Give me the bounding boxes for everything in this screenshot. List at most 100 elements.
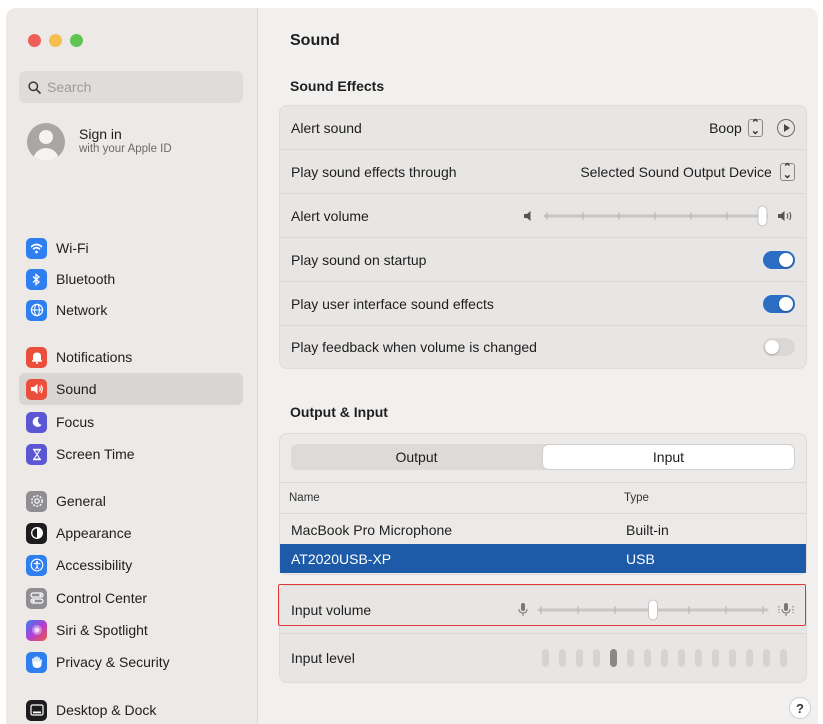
minimize-button[interactable] xyxy=(49,34,62,47)
slider-knob xyxy=(757,205,768,226)
table-row-selected[interactable]: AT2020USB-XP USB xyxy=(280,544,806,573)
sidebar-item-wifi[interactable]: Wi-Fi xyxy=(19,232,243,264)
zoom-button[interactable] xyxy=(70,34,83,47)
sidebar-item-label: Notifications xyxy=(56,349,133,365)
alert-sound-row: Alert sound Boop ⌃ ⌄ xyxy=(280,106,806,150)
level-segment xyxy=(763,649,770,667)
section-title-output-input: Output & Input xyxy=(290,404,388,420)
signin-title: Sign in xyxy=(79,126,122,142)
level-segment xyxy=(627,649,634,667)
signin-subtitle: with your Apple ID xyxy=(79,143,172,155)
volume-feedback-label: Play feedback when volume is changed xyxy=(291,339,537,355)
play-through-label: Play sound effects through xyxy=(291,163,457,180)
sidebar-item-label: Wi-Fi xyxy=(56,240,89,256)
accessibility-icon xyxy=(26,554,47,576)
sidebar-item-notifications[interactable]: Notifications xyxy=(19,341,243,373)
siri-icon xyxy=(26,619,47,641)
input-level-row: Input level xyxy=(280,634,806,682)
settings-window: Sign in with your Apple ID Wi-Fi Bluetoo… xyxy=(6,8,818,724)
device-name: AT2020USB-XP xyxy=(291,550,392,567)
sidebar-item-general[interactable]: General xyxy=(19,485,243,517)
level-segment xyxy=(746,649,753,667)
play-through-row: Play sound effects through Selected Soun… xyxy=(280,150,806,194)
speaker-high-icon xyxy=(778,210,792,221)
alert-volume-label: Alert volume xyxy=(291,207,369,224)
sidebar-item-sound[interactable]: Sound xyxy=(19,373,243,405)
sidebar-item-screen-time[interactable]: Screen Time xyxy=(19,438,243,470)
sidebar-item-accessibility[interactable]: Accessibility xyxy=(19,549,243,581)
sidebar-item-desktop-dock[interactable]: Desktop & Dock xyxy=(19,694,243,724)
bluetooth-icon xyxy=(26,268,47,290)
globe-icon xyxy=(26,299,47,321)
sidebar-item-network[interactable]: Network xyxy=(19,294,243,326)
level-segment xyxy=(559,649,566,667)
volume-feedback-toggle[interactable] xyxy=(763,338,795,356)
level-segment xyxy=(729,649,736,667)
sidebar-item-label: General xyxy=(56,493,106,509)
speaker-icon xyxy=(26,378,47,400)
window-controls xyxy=(28,34,83,47)
input-level-label: Input level xyxy=(291,650,355,666)
play-alert-button[interactable] xyxy=(777,118,795,137)
sidebar-item-label: Network xyxy=(56,302,108,318)
section-title-sound-effects: Sound Effects xyxy=(290,78,385,94)
dock-icon xyxy=(26,699,47,721)
level-segment xyxy=(593,649,600,667)
sidebar-item-label: Bluetooth xyxy=(56,271,116,287)
sidebar-item-focus[interactable]: Focus xyxy=(19,406,243,438)
device-table-header: Name Type xyxy=(280,482,806,514)
help-button[interactable]: ? xyxy=(789,697,811,719)
sidebar-item-label: Accessibility xyxy=(56,557,133,573)
ui-sounds-row: Play user interface sound effects xyxy=(280,282,806,326)
ui-sounds-toggle[interactable] xyxy=(763,294,795,313)
play-through-value: Selected Sound Output Device xyxy=(580,163,772,180)
sidebar-item-label: Focus xyxy=(56,414,95,430)
close-button[interactable] xyxy=(28,34,41,47)
level-segment xyxy=(610,649,617,667)
search-input[interactable] xyxy=(47,79,227,95)
sound-effects-card: Alert sound Boop ⌃ ⌄ Play sound effects t… xyxy=(279,105,807,369)
appearance-icon xyxy=(26,522,47,544)
alert-sound-select[interactable]: Boop ⌃ ⌄ xyxy=(709,118,763,137)
sidebar-item-privacy-security[interactable]: Privacy & Security xyxy=(19,646,243,678)
column-type[interactable]: Type xyxy=(624,492,649,504)
tab-output[interactable]: Output xyxy=(291,444,542,470)
level-segment xyxy=(712,649,719,667)
device-type: USB xyxy=(626,550,655,567)
level-segment xyxy=(661,649,668,667)
play-through-select[interactable]: Selected Sound Output Device ⌃ ⌄ xyxy=(580,162,795,181)
ui-sounds-label: Play user interface sound effects xyxy=(291,295,494,312)
search-field[interactable] xyxy=(19,71,243,103)
sidebar-item-appearance[interactable]: Appearance xyxy=(19,517,243,549)
startup-sound-toggle[interactable] xyxy=(763,250,795,269)
alert-volume-row: Alert volume xyxy=(280,194,806,238)
avatar xyxy=(27,123,65,161)
sidebar-item-bluetooth[interactable]: Bluetooth xyxy=(19,263,243,295)
input-level-meter xyxy=(542,649,787,667)
sidebar-item-siri-spotlight[interactable]: Siri & Spotlight xyxy=(19,614,243,646)
sidebar-item-control-center[interactable]: Control Center xyxy=(19,582,243,614)
table-row[interactable]: MacBook Pro Microphone Built-in xyxy=(280,515,806,544)
sidebar-item-label: Control Center xyxy=(56,590,148,606)
level-segment xyxy=(780,649,787,667)
alert-sound-value: Boop xyxy=(709,119,742,136)
alert-volume-slider[interactable] xyxy=(543,205,769,227)
chevron-updown-icon: ⌃ ⌄ xyxy=(779,162,795,181)
search-icon xyxy=(28,80,41,94)
startup-sound-row: Play sound on startup xyxy=(280,238,806,282)
tab-input[interactable]: Input xyxy=(543,445,794,469)
speaker-low-icon xyxy=(524,210,531,221)
sidebar-item-label: Sound xyxy=(56,381,97,397)
level-segment xyxy=(678,649,685,667)
apple-id-signin[interactable]: Sign in with your Apple ID xyxy=(27,123,172,161)
input-volume-highlight xyxy=(278,584,806,626)
chevron-updown-icon: ⌃ ⌄ xyxy=(747,118,763,137)
column-name[interactable]: Name xyxy=(289,492,320,504)
wifi-icon xyxy=(26,237,47,259)
control-center-icon xyxy=(26,587,47,609)
level-segment xyxy=(576,649,583,667)
hand-icon xyxy=(26,651,47,673)
alert-sound-label: Alert sound xyxy=(291,119,362,136)
hourglass-icon xyxy=(26,443,47,465)
moon-icon xyxy=(26,411,47,433)
